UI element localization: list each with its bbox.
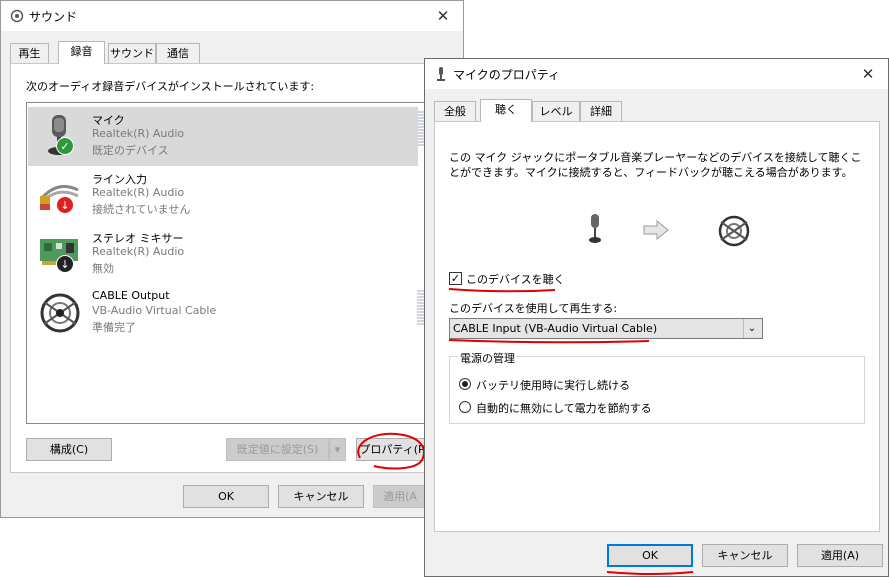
arrow-right-icon: [643, 220, 669, 240]
window-title: サウンド: [29, 10, 78, 24]
close-button[interactable]: ✕: [848, 59, 888, 89]
device-name: ライン入力: [92, 173, 147, 186]
apply-button[interactable]: 適用(A): [797, 544, 883, 567]
set-default-dropdown[interactable]: ▾: [329, 438, 346, 461]
tab-general[interactable]: 全般: [434, 101, 476, 122]
virtual-cable-icon: [40, 293, 80, 333]
listen-panel: この マイク ジャックにポータブル音楽プレーヤーなどのデバイスを接続して聴くこと…: [434, 121, 880, 532]
tab-playback[interactable]: 再生: [10, 43, 49, 64]
speaker-icon: [10, 9, 24, 23]
playback-device-select[interactable]: CABLE Input (VB-Audio Virtual Cable) ⌄: [449, 318, 763, 339]
device-driver: Realtek(R) Audio: [92, 127, 185, 140]
configure-button[interactable]: 構成(C): [26, 438, 112, 461]
device-item-cable-output[interactable]: CABLE Output VB-Audio Virtual Cable 準備完了: [28, 284, 418, 343]
device-item-microphone[interactable]: ✓ マイク Realtek(R) Audio 既定のデバイス: [28, 107, 418, 166]
properties-button[interactable]: プロパティ(P: [356, 438, 428, 461]
default-check-icon: ✓: [56, 137, 74, 155]
apply-button[interactable]: 適用(A: [373, 485, 427, 508]
window-title: マイクのプロパティ: [453, 68, 561, 82]
microphone-icon: [437, 67, 445, 81]
tab-sounds[interactable]: サウンド: [108, 43, 156, 64]
chevron-down-icon: ⌄: [743, 319, 760, 338]
group-title: 電源の管理: [458, 350, 517, 366]
device-item-stereo-mixer[interactable]: ↓ ステレオ ミキサー Realtek(R) Audio 無効: [28, 225, 418, 284]
device-list-heading: 次のオーディオ録音デバイスがインストールされています:: [26, 80, 315, 93]
ok-button[interactable]: OK: [607, 544, 693, 567]
device-status: 接続されていません: [92, 203, 191, 216]
mic-properties-window: マイクのプロパティ ✕ 全般 聴く レベル 詳細 この マイク ジャックにポータ…: [424, 58, 889, 577]
listen-checkbox[interactable]: ✓: [449, 272, 462, 285]
power-management-group: 電源の管理 バッテリ使用時に実行し続ける 自動的に無効にして電力を節約する: [449, 350, 865, 424]
close-button[interactable]: ✕: [423, 1, 463, 31]
set-default-button[interactable]: 既定値に設定(S): [226, 438, 329, 461]
disconnected-arrow-icon: ↓: [56, 196, 74, 214]
chevron-down-icon: ▾: [334, 443, 341, 456]
playback-device-label: このデバイスを使用して再生する:: [449, 302, 618, 315]
radio-auto-disable[interactable]: [459, 401, 471, 413]
tab-advanced[interactable]: 詳細: [580, 101, 622, 122]
device-name: ステレオ ミキサー: [92, 232, 184, 245]
tab-levels[interactable]: レベル: [532, 101, 580, 122]
cancel-button[interactable]: キャンセル: [278, 485, 364, 508]
annotation-underline: [606, 571, 694, 575]
device-item-line-in[interactable]: ↓ ライン入力 Realtek(R) Audio 接続されていません: [28, 166, 418, 225]
properties-titlebar: マイクのプロパティ ✕: [425, 59, 888, 89]
microphone-icon: [589, 214, 601, 243]
device-status: 無効: [92, 262, 114, 275]
device-status: 準備完了: [92, 321, 136, 334]
radio-keep-running[interactable]: [459, 378, 471, 390]
tab-communications[interactable]: 通信: [156, 43, 200, 64]
disabled-arrow-icon: ↓: [56, 255, 74, 273]
sound-window: サウンド ✕ 再生 録音 サウンド 通信 次のオーディオ録音デバイスがインストー…: [0, 0, 464, 518]
recording-panel: 次のオーディオ録音デバイスがインストールされています: ✓ マイク Realte…: [10, 63, 456, 473]
device-driver: Realtek(R) Audio: [92, 245, 185, 258]
playback-device-value: CABLE Input (VB-Audio Virtual Cable): [453, 322, 658, 335]
device-driver: VB-Audio Virtual Cable: [92, 304, 217, 317]
device-driver: Realtek(R) Audio: [92, 186, 185, 199]
listen-checkbox-label: このデバイスを聴く: [466, 273, 565, 286]
ok-button[interactable]: OK: [183, 485, 269, 508]
tab-listen[interactable]: 聴く: [480, 99, 532, 122]
radio-label: バッテリ使用時に実行し続ける: [476, 379, 630, 392]
tab-recording[interactable]: 録音: [58, 41, 105, 64]
device-name: マイク: [92, 114, 125, 127]
radio-dot: [462, 381, 468, 387]
device-status: 既定のデバイス: [92, 144, 169, 157]
listen-description: この マイク ジャックにポータブル音楽プレーヤーなどのデバイスを接続して聴くこと…: [449, 151, 862, 179]
device-list[interactable]: ✓ マイク Realtek(R) Audio 既定のデバイス ↓ ライン入力 R…: [26, 102, 438, 424]
virtual-cable-icon: [718, 215, 750, 247]
radio-label: 自動的に無効にして電力を節約する: [476, 402, 652, 415]
device-name: CABLE Output: [92, 289, 170, 302]
cancel-button[interactable]: キャンセル: [702, 544, 788, 567]
sound-titlebar: サウンド ✕: [1, 1, 463, 31]
